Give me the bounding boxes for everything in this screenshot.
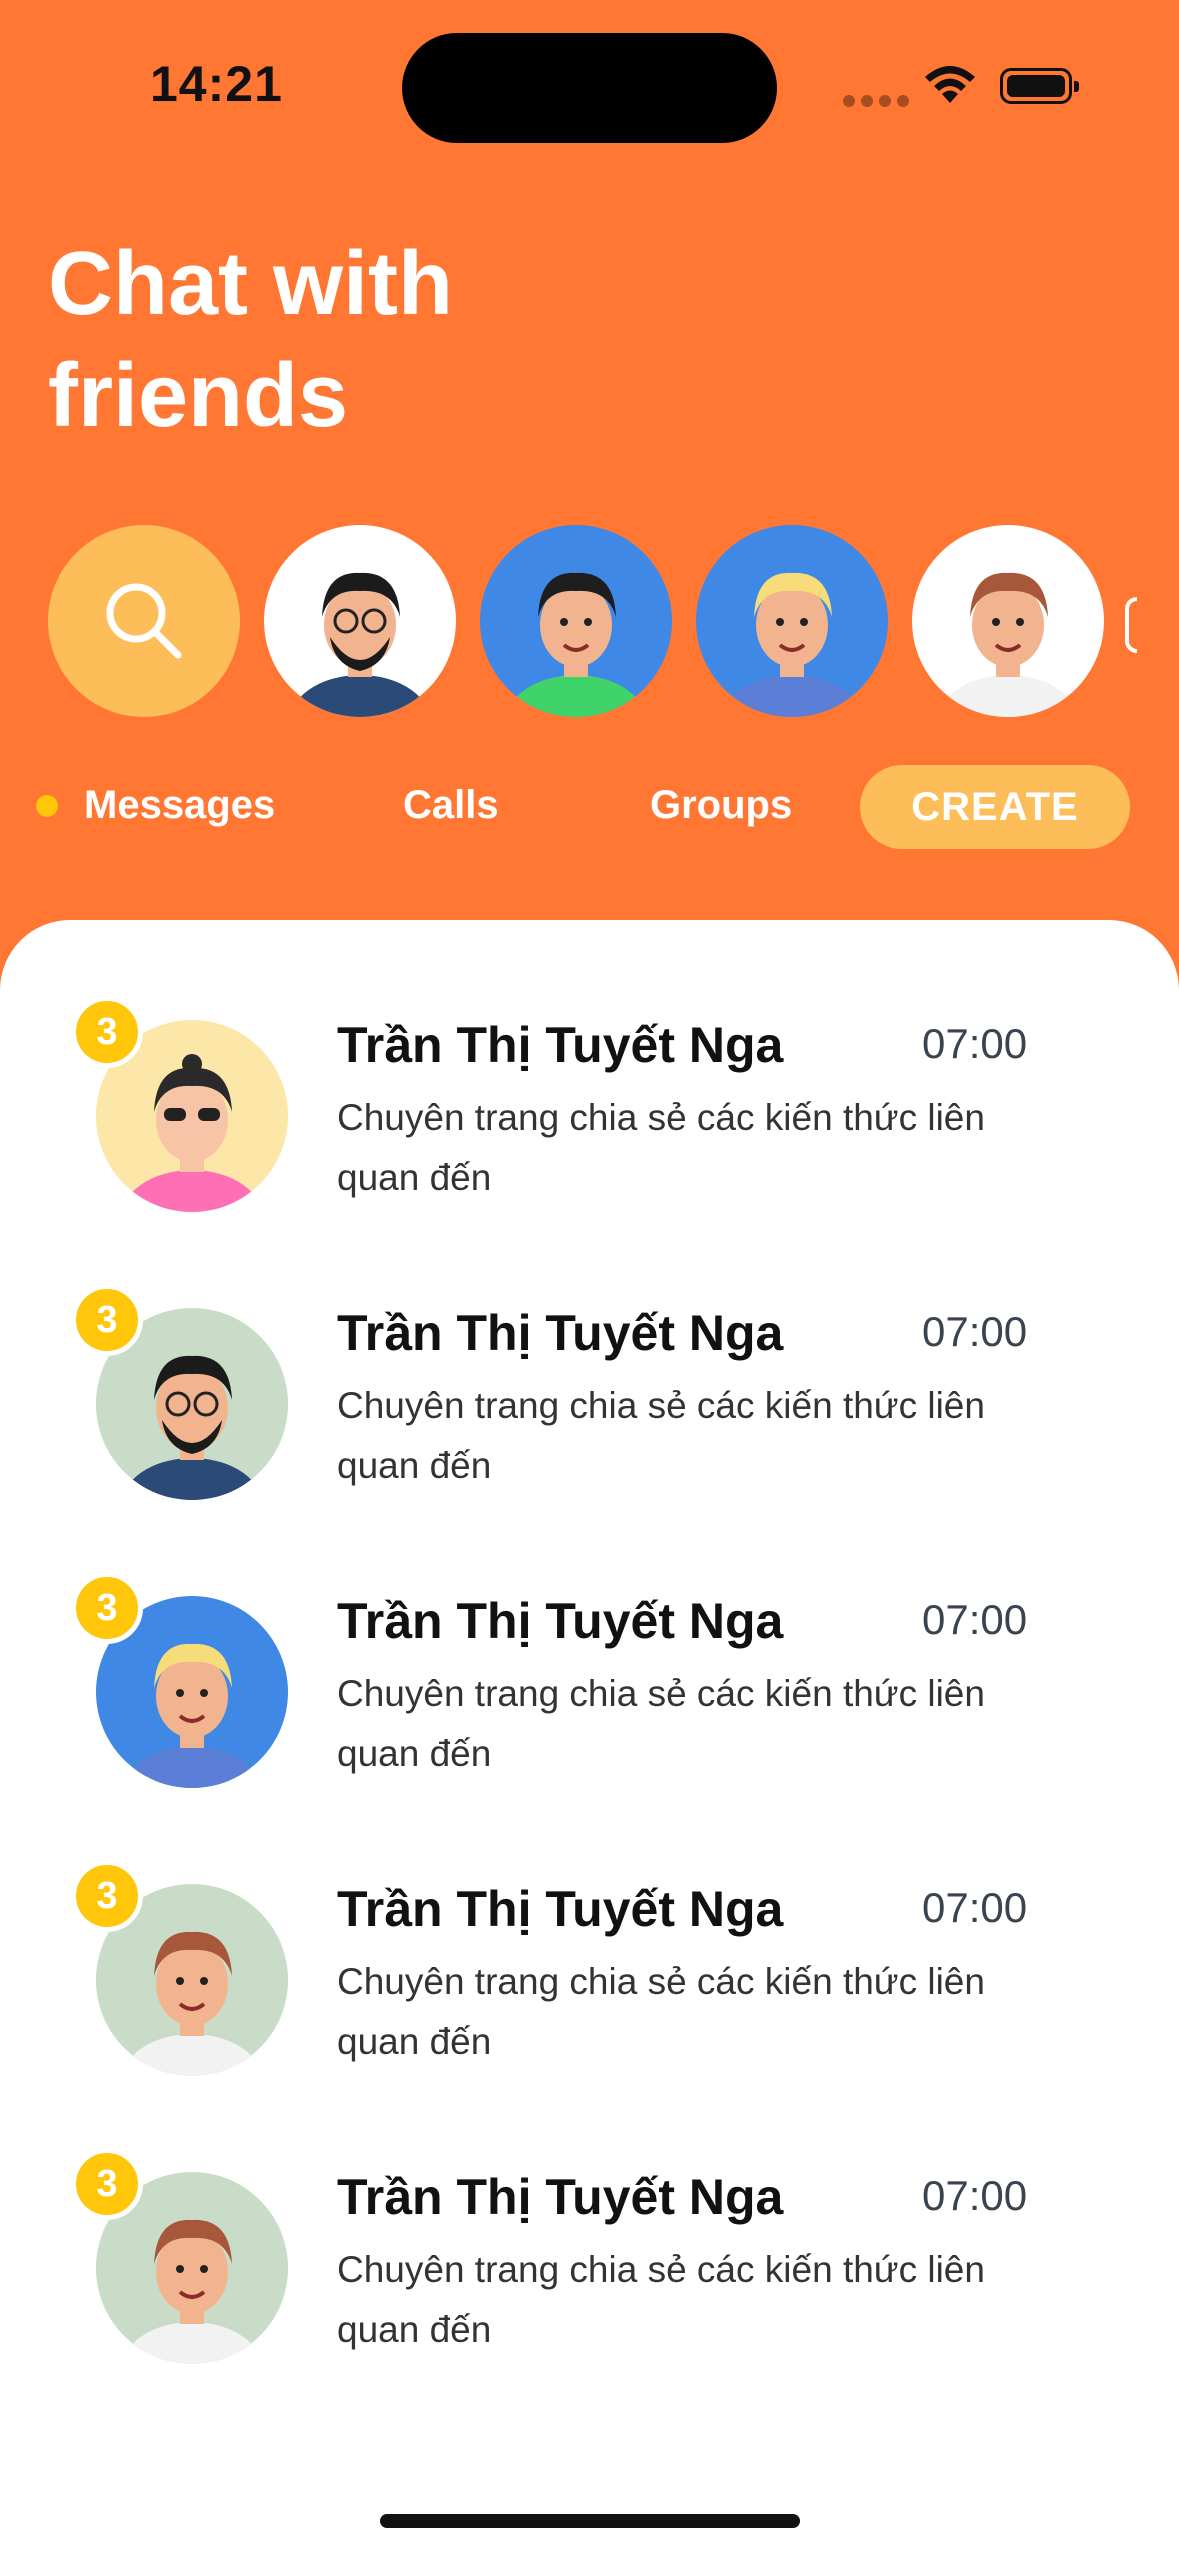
unread-badge: 3 bbox=[71, 1572, 143, 1644]
unread-badge: 3 bbox=[71, 996, 143, 1068]
story-avatar[interactable] bbox=[912, 525, 1104, 717]
chat-row[interactable]: 3 Trần Thị Tuyết Nga 07:00 Chuyên trang chi… bbox=[0, 920, 1179, 1212]
active-tab-indicator bbox=[36, 795, 58, 817]
tab-calls[interactable]: Calls bbox=[403, 783, 499, 828]
search-button[interactable] bbox=[48, 525, 240, 717]
message-time: 07:00 bbox=[922, 1308, 1028, 1355]
story-avatar[interactable] bbox=[696, 525, 888, 717]
story-avatar[interactable] bbox=[264, 525, 456, 717]
chat-row[interactable]: 3 Trần Thị Tuyết Nga 07:00 Chuyên trang chi… bbox=[0, 1784, 1179, 2076]
chat-list: 3 Trần Thị Tuyết Nga 07:00 Chuyên trang chi… bbox=[0, 920, 1179, 2556]
tab-groups[interactable]: Groups bbox=[650, 783, 792, 828]
tab-messages[interactable]: Messages bbox=[84, 783, 275, 828]
cellular-signal-icon bbox=[843, 95, 909, 107]
message-preview: Chuyên trang chia sẻ các kiến thức liên … bbox=[337, 1961, 985, 2062]
status-bar: 14:21 bbox=[0, 0, 1179, 180]
unread-badge: 3 bbox=[71, 1860, 143, 1932]
message-time: 07:00 bbox=[922, 2172, 1028, 2219]
home-indicator[interactable] bbox=[380, 2514, 800, 2528]
wifi-icon bbox=[925, 66, 975, 103]
search-icon bbox=[106, 583, 182, 659]
message-time: 07:00 bbox=[922, 1596, 1028, 1643]
chat-row[interactable]: 3 Trần Thị Tuyết Nga 07:00 Chuyên trang chi… bbox=[0, 1208, 1179, 1500]
status-time: 14:21 bbox=[150, 56, 283, 112]
contact-name: Trần Thị Tuyết Nga bbox=[337, 1593, 784, 1649]
message-time: 07:00 bbox=[922, 1020, 1028, 1067]
contact-name: Trần Thị Tuyết Nga bbox=[337, 2169, 784, 2225]
story-avatar-partial[interactable] bbox=[1125, 597, 1137, 653]
battery-icon bbox=[1000, 68, 1079, 104]
message-preview: Chuyên trang chia sẻ các kiến thức liên … bbox=[337, 1673, 985, 1774]
contact-name: Trần Thị Tuyết Nga bbox=[337, 1881, 784, 1937]
message-preview: Chuyên trang chia sẻ các kiến thức liên … bbox=[337, 2249, 985, 2350]
chat-row[interactable]: 3 Trần Thị Tuyết Nga 07:00 Chuyên trang chi… bbox=[0, 2072, 1179, 2364]
message-preview: Chuyên trang chia sẻ các kiến thức liên … bbox=[337, 1097, 985, 1198]
message-preview: Chuyên trang chia sẻ các kiến thức liên … bbox=[337, 1385, 985, 1486]
chat-row[interactable]: 3 Trần Thị Tuyết Nga 07:00 Chuyên trang chi… bbox=[0, 1496, 1179, 1788]
story-avatar[interactable] bbox=[480, 525, 672, 717]
dynamic-island bbox=[402, 33, 777, 143]
message-time: 07:00 bbox=[922, 1884, 1028, 1931]
page-title: Chat with friends bbox=[48, 234, 453, 446]
stories-row bbox=[48, 525, 1104, 717]
unread-badge: 3 bbox=[71, 2148, 143, 2220]
unread-badge: 3 bbox=[71, 1284, 143, 1356]
contact-name: Trần Thị Tuyết Nga bbox=[337, 1305, 784, 1361]
contact-name: Trần Thị Tuyết Nga bbox=[337, 1017, 784, 1073]
create-button[interactable]: CREATE bbox=[860, 765, 1130, 849]
